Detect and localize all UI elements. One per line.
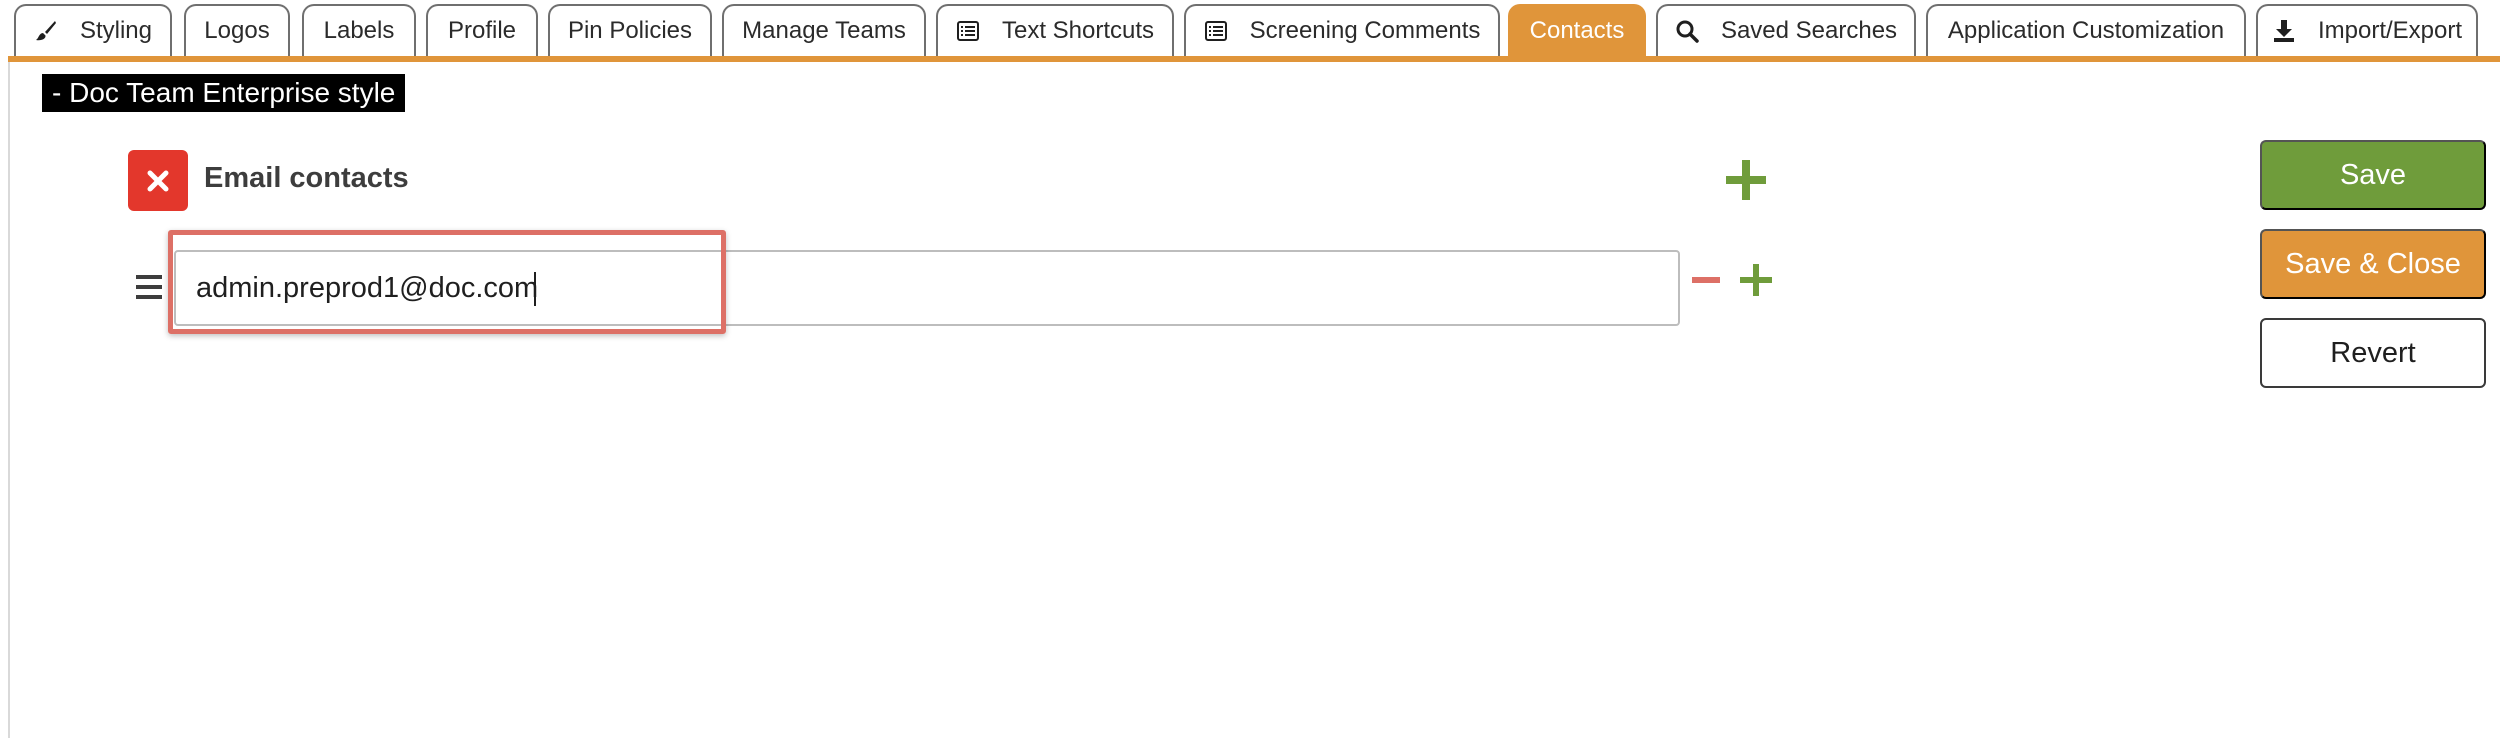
revert-button[interactable]: Revert [2260,318,2486,388]
tab-label: Import/Export [2317,17,2463,44]
search-icon [1675,19,1699,43]
tab-label: Saved Searches [1720,17,1898,44]
tab-pin-policies[interactable]: Pin Policies [548,4,712,56]
tab-label: Screening Comments [1249,17,1481,44]
save-and-close-button[interactable]: Save & Close [2260,229,2486,299]
tab-logos[interactable]: Logos [184,4,290,56]
minus-icon [1692,277,1720,283]
tab-bar: Styling Logos Labels Profile Pin Policie… [0,0,2500,62]
tab-saved-searches[interactable]: Saved Searches [1656,4,1916,56]
plus-icon [1740,264,1772,296]
add-section-button[interactable] [1724,158,1768,202]
page-left-border [0,62,10,738]
drag-handle[interactable] [134,272,166,302]
tab-label: Profile [447,17,517,44]
tab-label: Logos [204,17,270,44]
list-icon [1204,19,1228,43]
email-field[interactable] [174,250,1680,326]
tab-screening-comments[interactable]: Screening Comments [1184,4,1500,56]
section-label: Email contacts [204,162,409,194]
close-icon [147,170,169,191]
tab-manage-teams[interactable]: Manage Teams [722,4,926,56]
paintbrush-icon [34,19,58,43]
save-button[interactable]: Save [2260,140,2486,210]
tab-styling[interactable]: Styling [14,4,172,56]
tab-label: Text Shortcuts [1001,17,1155,44]
tab-profile[interactable]: Profile [426,4,538,56]
hamburger-icon [136,275,162,299]
remove-section-button[interactable] [128,150,188,211]
plus-icon [1726,160,1766,200]
tab-contacts[interactable]: Contacts [1508,4,1646,56]
tab-label: Manage Teams [742,17,906,44]
download-icon [2272,19,2296,43]
tab-label: Application Customization [1947,17,2225,44]
style-title: - Doc Team Enterprise style [42,74,406,112]
tab-label: Labels [323,17,395,44]
tab-label: Pin Policies [567,17,693,44]
tab-label: Styling [79,17,153,44]
remove-email-button[interactable] [1690,264,1722,296]
tab-bar-underline [8,56,2500,62]
tab-text-shortcuts[interactable]: Text Shortcuts [936,4,1174,56]
tab-label: Contacts [1529,17,1625,44]
tab-labels[interactable]: Labels [302,4,416,56]
text-cursor [534,272,536,306]
tab-application-customization[interactable]: Application Customization [1926,4,2246,56]
list-icon [956,19,980,43]
add-email-button[interactable] [1738,262,1774,298]
tab-import-export[interactable]: Import/Export [2256,4,2478,56]
